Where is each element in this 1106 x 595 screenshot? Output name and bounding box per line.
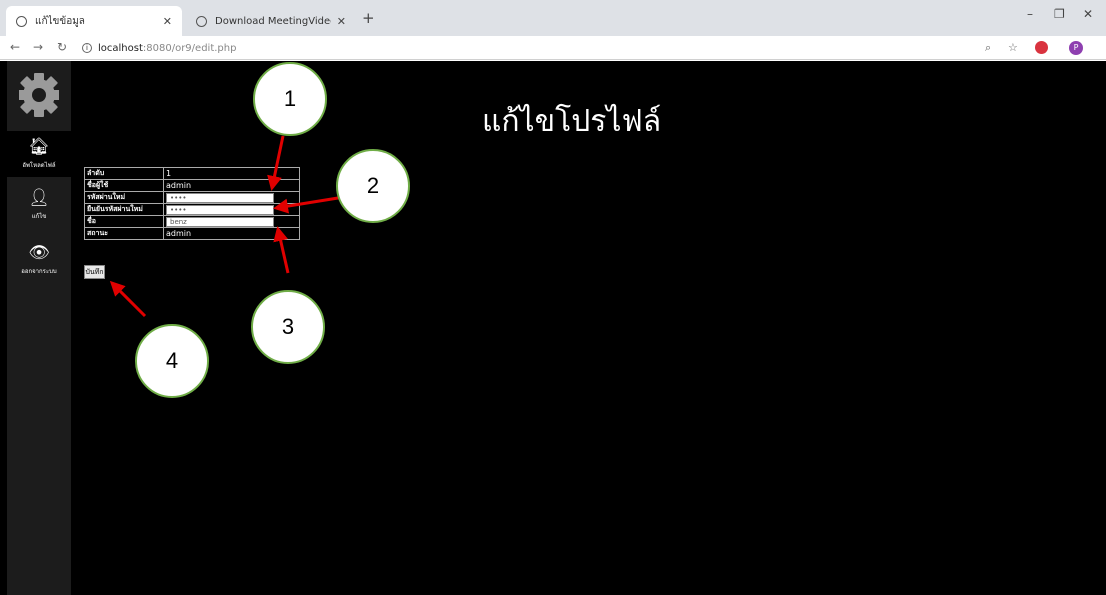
row-label: ลำดับ [84, 167, 164, 180]
reload-icon[interactable]: ↻ [57, 40, 67, 54]
minimize-icon[interactable]: – [1027, 7, 1033, 21]
username-value: admin [163, 179, 300, 192]
tab-title: Download MeetingVideo [215, 15, 331, 27]
row-label: ชื่อ [84, 215, 164, 228]
eye-icon: 👁︎ [28, 243, 50, 263]
id-value: 1 [163, 167, 300, 180]
row-label: สถานะ [84, 227, 164, 240]
browser-tab-bar: แก้ไขข้อมูล ✕ Download MeetingVideo ✕ + … [0, 0, 1106, 36]
sidebar-item-label: แก้ไข [31, 213, 47, 220]
sidebar-item-logout[interactable]: 👁︎ ออกจากระบบ [7, 243, 71, 283]
status-value: admin [163, 227, 300, 240]
table-row: รหัสผ่านใหม่ •••• [84, 191, 300, 204]
sidebar-item-label: อัพโหลดไฟล์ [22, 162, 56, 169]
bookmark-star-icon[interactable]: ☆ [1008, 41, 1018, 54]
table-row: ยืนยันรหัสผ่านใหม่ •••• [84, 203, 300, 216]
row-label: ยืนยันรหัสผ่านใหม่ [84, 203, 164, 216]
table-row: ชื่อผู้ใช้ admin [84, 179, 300, 192]
profile-form-table: ลำดับ 1 ชื่อผู้ใช้ admin รหัสผ่านใหม่ ••… [84, 167, 300, 240]
sidebar-item-edit[interactable]: 👤︎ แก้ไข [7, 188, 71, 228]
zoom-icon[interactable]: ⌕ [985, 41, 991, 55]
browser-tab-edit[interactable]: แก้ไขข้อมูล ✕ [6, 6, 182, 36]
home-icon: 🏠︎ [28, 137, 50, 157]
browser-tab-download[interactable]: Download MeetingVideo ✕ [186, 6, 356, 36]
callout-4: 4 [135, 324, 209, 398]
globe-icon [16, 15, 27, 27]
page-title: แก้ไขโปรไฟล์ [482, 104, 662, 139]
address-bar: ← → ↻ i localhost :8080/or9/edit.php ⌕ ☆ [0, 36, 1106, 60]
url-field[interactable]: i localhost :8080/or9/edit.php [82, 40, 236, 56]
table-row: สถานะ admin [84, 227, 300, 240]
table-row: ลำดับ 1 [84, 167, 300, 180]
forward-icon[interactable]: → [33, 40, 43, 54]
save-button[interactable]: บันทึก [84, 265, 105, 279]
sidebar: 🏠︎ อัพโหลดไฟล์ 👤︎ แก้ไข 👁︎ ออกจากระบบ [7, 61, 71, 595]
back-icon[interactable]: ← [10, 40, 20, 54]
user-icon: 👤︎ [28, 188, 50, 208]
close-tab-icon[interactable]: ✕ [337, 15, 346, 28]
url-path: :8080/or9/edit.php [142, 42, 237, 54]
info-icon[interactable]: i [82, 43, 92, 53]
adblock-icon[interactable] [1035, 41, 1048, 54]
maximize-icon[interactable]: ❐ [1054, 7, 1065, 21]
confirm-password-input[interactable]: •••• [166, 204, 274, 215]
row-label: ชื่อผู้ใช้ [84, 179, 164, 192]
table-row: ชื่อ benz [84, 215, 300, 228]
close-tab-icon[interactable]: ✕ [163, 15, 172, 28]
url-host: localhost [98, 42, 143, 54]
tab-title: แก้ไขข้อมูล [35, 15, 85, 27]
callout-3: 3 [251, 290, 325, 364]
globe-icon [196, 15, 207, 27]
sidebar-item-upload[interactable]: 🏠︎ อัพโหลดไฟล์ [7, 131, 71, 177]
sidebar-item-label: ออกจากระบบ [21, 268, 57, 275]
new-tab-icon[interactable]: + [362, 9, 375, 27]
gear-icon [19, 73, 59, 117]
profile-avatar[interactable]: P [1069, 41, 1083, 55]
callout-1: 1 [253, 62, 327, 136]
new-password-input[interactable]: •••• [166, 192, 274, 203]
name-input[interactable]: benz [166, 216, 274, 227]
callout-2: 2 [336, 149, 410, 223]
window-close-icon[interactable]: ✕ [1083, 7, 1093, 21]
row-label: รหัสผ่านใหม่ [84, 191, 164, 204]
